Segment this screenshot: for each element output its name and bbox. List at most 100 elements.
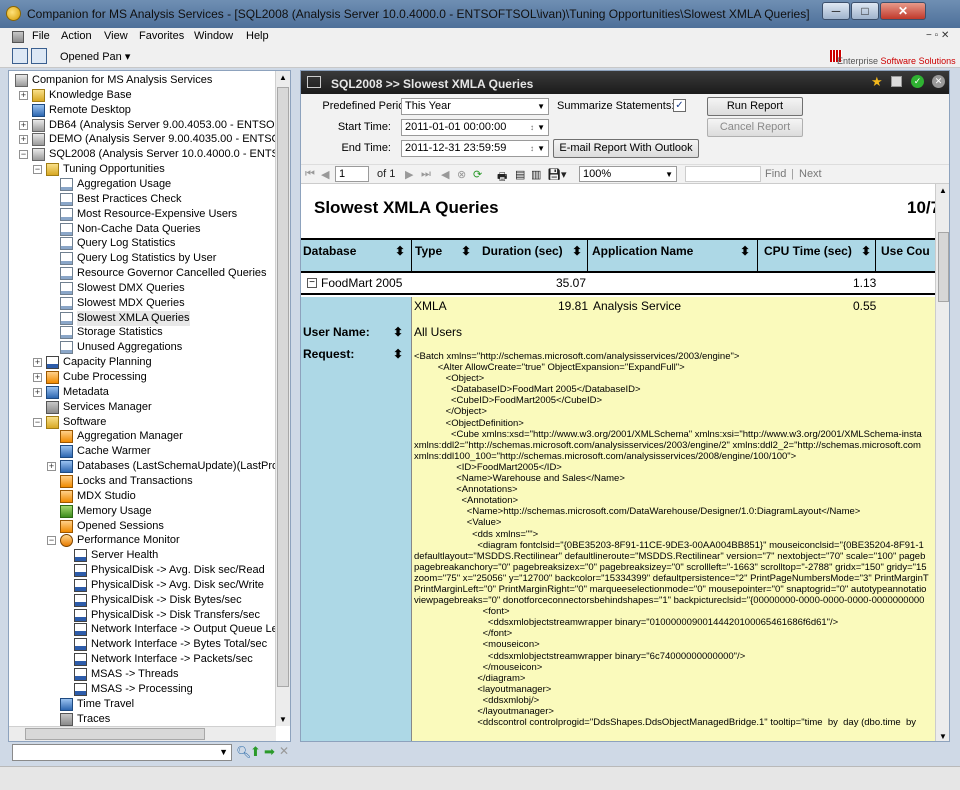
tree-node[interactable]: Query Log Statistics xyxy=(9,236,277,251)
tree-node[interactable]: Services Manager xyxy=(9,400,277,415)
expand-icon[interactable]: + xyxy=(19,90,28,100)
tree-node[interactable]: Best Practices Check xyxy=(9,192,277,207)
summarize-statements-checkbox[interactable]: ✓ xyxy=(673,99,686,112)
report-vertical-scrollbar[interactable]: ▲ ▼ xyxy=(935,184,949,741)
tree-node[interactable]: Aggregation Usage xyxy=(9,177,277,192)
maximize-button[interactable]: □ xyxy=(851,2,879,20)
first-page-icon[interactable]: ⏮ xyxy=(305,168,315,181)
report-scroll-thumb[interactable] xyxy=(938,232,949,302)
tree-horizontal-scrollbar[interactable] xyxy=(9,726,276,741)
tree-node[interactable]: − Performance Monitor xyxy=(9,533,277,548)
tree-node[interactable]: Query Log Statistics by User xyxy=(9,251,277,266)
scroll-up-arrow-icon[interactable]: ▲ xyxy=(939,186,947,195)
scroll-down-arrow-icon[interactable]: ▼ xyxy=(279,715,287,724)
expand-icon[interactable]: + xyxy=(33,373,42,382)
tree-search-input[interactable]: ▼ xyxy=(12,744,232,761)
column-use-count[interactable]: Use Cou xyxy=(881,244,930,258)
sort-icon[interactable]: ⬍ xyxy=(861,244,871,258)
start-time-input[interactable]: 2011-01-01 00:00:00 ↕ ▼ xyxy=(401,119,549,136)
find-button[interactable]: Find xyxy=(765,168,786,180)
find-input[interactable] xyxy=(685,166,761,182)
tree-node[interactable]: PhysicalDisk -> Disk Transfers/sec xyxy=(9,608,277,623)
clear-search-icon[interactable]: ✕ xyxy=(279,744,289,758)
sort-icon[interactable]: ⬍ xyxy=(395,244,405,258)
sort-icon[interactable]: ⬍ xyxy=(572,244,582,258)
tree-node[interactable]: + Knowledge Base xyxy=(9,88,277,103)
tree-node[interactable]: Aggregation Manager xyxy=(9,429,277,444)
next-page-icon[interactable]: ▶ xyxy=(405,168,413,181)
zoom-select[interactable]: 100% ▼ xyxy=(579,166,677,182)
tree-node[interactable]: MSAS -> Threads xyxy=(9,667,277,682)
tree-node[interactable]: − Software xyxy=(9,415,277,430)
scroll-up-arrow-icon[interactable]: ▲ xyxy=(279,73,287,82)
tree-node[interactable]: + Capacity Planning xyxy=(9,355,277,370)
menu-window[interactable]: Window xyxy=(194,30,233,42)
tree-node[interactable]: Opened Sessions xyxy=(9,519,277,534)
column-application-name[interactable]: Application Name xyxy=(592,244,693,258)
tree-node[interactable]: PhysicalDisk -> Disk Bytes/sec xyxy=(9,593,277,608)
tree-node[interactable]: Storage Statistics xyxy=(9,325,277,340)
previous-page-icon[interactable]: ◀ xyxy=(321,168,329,181)
tree-node[interactable]: Slowest XMLA Queries xyxy=(9,310,277,326)
copy-icon[interactable] xyxy=(891,76,902,87)
tree-view-icon[interactable] xyxy=(12,48,28,64)
email-report-button[interactable]: E-mail Report With Outlook xyxy=(553,139,699,158)
tree-node[interactable]: + Databases (LastSchemaUpdate)(LastProces… xyxy=(9,459,290,474)
tree-node[interactable]: − Tuning Opportunities xyxy=(9,162,277,177)
page-setup-icon[interactable]: ▥ xyxy=(531,168,541,181)
sort-icon[interactable]: ⬍ xyxy=(393,325,403,339)
tree-node[interactable]: PhysicalDisk -> Avg. Disk sec/Read xyxy=(9,563,277,578)
cancel-report-button[interactable]: Cancel Report xyxy=(707,118,803,137)
menu-view[interactable]: View xyxy=(104,30,128,42)
tree-node[interactable]: Network Interface -> Bytes Total/sec xyxy=(9,637,277,652)
tree-node[interactable]: Server Health xyxy=(9,548,277,563)
run-report-button[interactable]: Run Report xyxy=(707,97,803,116)
refresh-icon[interactable]: ⟳ xyxy=(473,168,482,181)
chevron-down-icon[interactable]: ▼ xyxy=(219,747,228,757)
tree-node[interactable]: Network Interface -> Packets/sec xyxy=(9,652,277,667)
column-type[interactable]: Type xyxy=(415,244,442,258)
tree-node[interactable]: Memory Usage xyxy=(9,504,277,519)
expand-icon[interactable]: + xyxy=(19,120,28,130)
minimize-button[interactable]: ─ xyxy=(822,2,850,20)
menu-favorites[interactable]: Favorites xyxy=(139,30,184,42)
predefined-periods-select[interactable]: This Year ▼ xyxy=(401,98,549,115)
expand-icon[interactable]: + xyxy=(33,358,42,368)
tree-node[interactable]: Companion for MS Analysis Services xyxy=(9,73,277,88)
tree-node[interactable]: Most Resource-Expensive Users xyxy=(9,207,277,222)
tree-node[interactable]: Resource Governor Cancelled Queries xyxy=(9,266,277,281)
mdi-controls[interactable]: − ▫ ✕ xyxy=(926,30,949,41)
expand-icon[interactable]: + xyxy=(19,135,28,145)
tree-node[interactable]: + DB64 (Analysis Server 9.00.4053.00 - EN… xyxy=(9,118,290,133)
column-database[interactable]: Database xyxy=(303,244,356,258)
tree-node[interactable]: + Metadata xyxy=(9,385,277,400)
tree-node[interactable]: Slowest DMX Queries xyxy=(9,281,277,296)
export-icon[interactable]: 💾︎▾ xyxy=(547,168,567,181)
opened-pan-dropdown[interactable]: Opened Pan ▾ xyxy=(60,50,130,63)
tree-node[interactable]: Network Interface -> Output Queue Lengt xyxy=(9,622,290,637)
scroll-down-arrow-icon[interactable]: ▼ xyxy=(939,732,947,741)
expand-icon[interactable]: + xyxy=(33,387,42,397)
print-layout-icon[interactable]: ▤ xyxy=(515,168,525,181)
tree-node[interactable]: Locks and Transactions xyxy=(9,474,277,489)
tree-node[interactable]: − SQL2008 (Analysis Server 10.0.4000.0 - … xyxy=(9,147,290,162)
tree-node[interactable]: Remote Desktop xyxy=(9,103,277,118)
navigation-tree[interactable]: Companion for MS Analysis Services + Knowl… xyxy=(8,70,291,742)
menu-help[interactable]: Help xyxy=(246,30,269,42)
sort-icon[interactable]: ⬍ xyxy=(393,347,403,361)
refresh-ok-icon[interactable]: ✓ xyxy=(911,75,924,88)
list-view-icon[interactable] xyxy=(31,48,47,64)
find-up-icon[interactable]: ⬆ xyxy=(250,744,261,760)
page-number-input[interactable]: 1 xyxy=(335,166,369,182)
collapse-icon[interactable]: − xyxy=(307,278,317,288)
end-time-input[interactable]: 2011-12-31 23:59:59 ↕ ▼ xyxy=(401,140,549,157)
sort-icon[interactable]: ⬍ xyxy=(740,244,750,258)
tree-node[interactable]: Unused Aggregations xyxy=(9,340,277,355)
stop-icon[interactable]: ⊗ xyxy=(457,168,466,181)
collapse-icon[interactable]: − xyxy=(19,150,28,160)
back-icon[interactable]: ◀ xyxy=(441,168,449,181)
collapse-icon[interactable]: − xyxy=(47,536,56,546)
favorite-star-icon[interactable]: ★ xyxy=(871,74,883,90)
tree-node[interactable]: Non-Cache Data Queries xyxy=(9,222,277,237)
search-icon[interactable]: 🔍︎ xyxy=(236,745,251,759)
